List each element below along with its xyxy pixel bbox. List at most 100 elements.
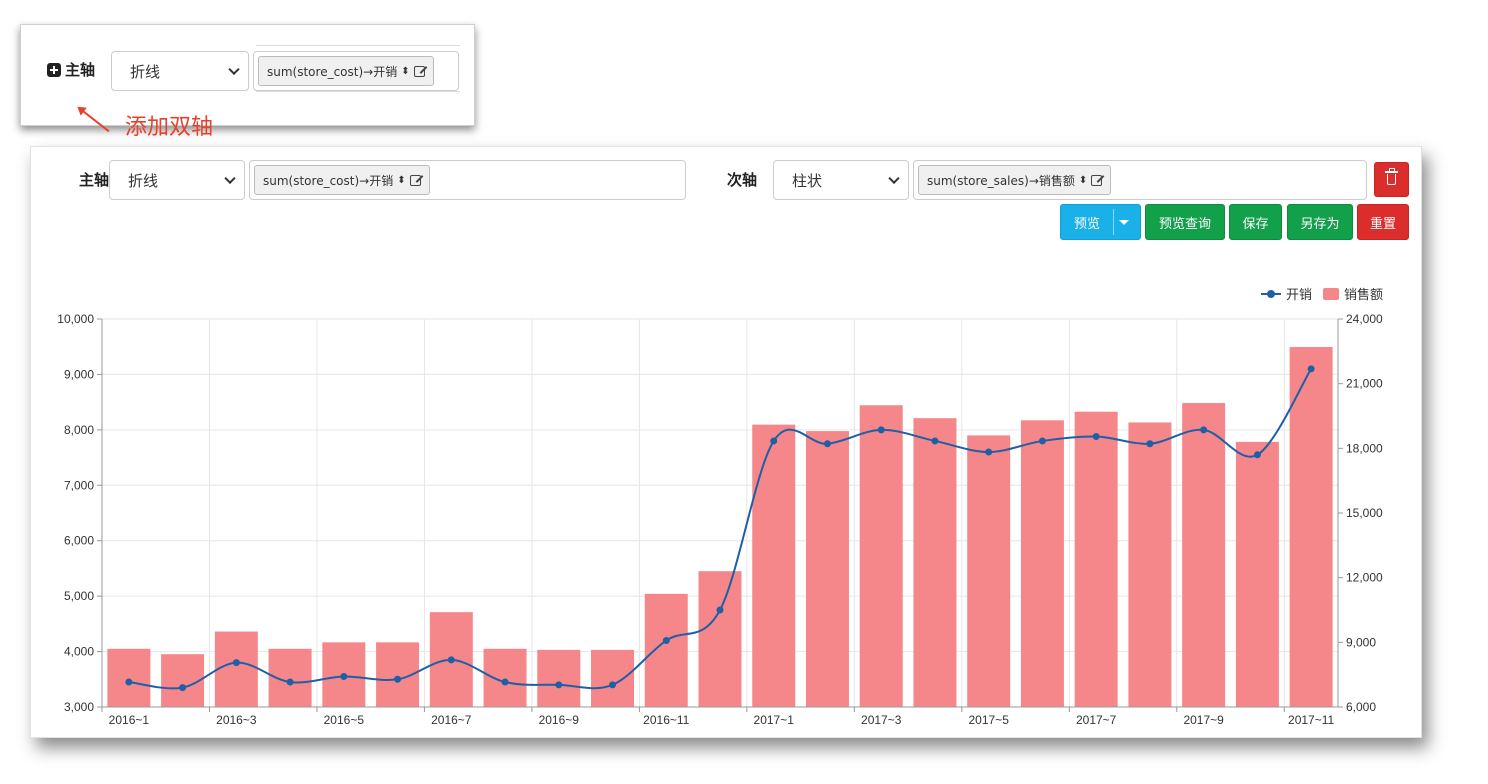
caret-down-icon[interactable] <box>1119 220 1129 225</box>
y-left-tick-label: 10,000 <box>57 312 94 326</box>
bar <box>913 418 957 707</box>
line-point <box>985 448 993 456</box>
bar <box>483 648 527 707</box>
annotation-text: 添加双轴 <box>125 115 214 140</box>
chart-editor-panel: 主轴 折线 sum(store_cost)→开销 ⬍ 次轴 柱状 sum(sto… <box>30 146 1422 738</box>
sort-icon[interactable]: ⬍ <box>1079 175 1087 186</box>
preview-query-button[interactable]: 预览查询 <box>1145 204 1225 240</box>
secondary-chart-type-select[interactable]: 柱状 <box>773 160 909 200</box>
mini-axis-panel: 主轴 折线 sum(store_cost)→开销 ⬍ 添加双轴 <box>20 24 475 140</box>
x-tick-label: 2016~3 <box>216 713 257 727</box>
mini-axis-label: 主轴 <box>65 61 96 79</box>
divider <box>256 45 460 46</box>
line-point <box>447 656 455 664</box>
line-point <box>179 684 187 692</box>
y-left-tick-label: 5,000 <box>64 589 94 603</box>
sort-icon[interactable]: ⬍ <box>401 66 409 77</box>
y-left-tick-label: 7,000 <box>64 478 94 492</box>
edit-icon[interactable] <box>413 65 425 77</box>
preview-button[interactable]: 预览 <box>1061 213 1113 232</box>
legend-bar-marker <box>1323 288 1339 300</box>
bar <box>805 431 849 707</box>
bar <box>1289 347 1333 707</box>
chevron-down-icon <box>888 172 900 185</box>
bar <box>1020 420 1064 707</box>
secondary-field-pill[interactable]: sum(store_sales)→销售额 ⬍ <box>918 165 1112 195</box>
reset-button[interactable]: 重置 <box>1357 204 1409 240</box>
sort-icon[interactable]: ⬍ <box>397 175 405 186</box>
legend-line-marker-dot <box>1267 290 1275 298</box>
y-right-tick-label: 24,000 <box>1346 312 1383 326</box>
line-point <box>555 681 563 689</box>
x-tick-label: 2016~9 <box>539 713 580 727</box>
y-right-tick-label: 15,000 <box>1346 506 1383 520</box>
add-dual-axis-toggle[interactable]: 主轴 <box>47 59 95 80</box>
x-tick-label: 2017~3 <box>861 713 902 727</box>
bar <box>967 435 1011 707</box>
line-point <box>394 675 402 683</box>
y-left-tick-label: 4,000 <box>64 645 94 659</box>
x-tick-label: 2017~11 <box>1288 713 1334 727</box>
line-point <box>340 673 348 681</box>
line-point <box>286 678 294 686</box>
line-point <box>1146 440 1154 448</box>
primary-axis-label: 主轴 <box>79 171 110 189</box>
secondary-axis-label: 次轴 <box>727 171 758 189</box>
y-right-tick-label: 9,000 <box>1346 635 1376 649</box>
y-left-tick-label: 8,000 <box>64 423 94 437</box>
save-as-button[interactable]: 另存为 <box>1287 204 1353 240</box>
mini-field-box[interactable]: sum(store_cost)→开销 ⬍ <box>253 51 459 91</box>
primary-field-box[interactable]: sum(store_cost)→开销 ⬍ <box>249 160 686 200</box>
bar <box>537 649 581 707</box>
bar <box>1182 403 1226 707</box>
edit-icon[interactable] <box>409 174 421 186</box>
line-point <box>1253 451 1261 459</box>
y-right-tick-label: 18,000 <box>1346 441 1383 455</box>
line-point <box>609 681 617 689</box>
line-point <box>662 636 670 644</box>
line-point <box>931 437 939 445</box>
secondary-chart-type-value: 柱状 <box>792 171 823 190</box>
secondary-field-box[interactable]: sum(store_sales)→销售额 ⬍ <box>913 160 1367 200</box>
line-point <box>1092 433 1100 441</box>
x-tick-label: 2017~1 <box>754 713 795 727</box>
x-tick-label: 2017~5 <box>969 713 1010 727</box>
y-right-tick-label: 12,000 <box>1346 571 1383 585</box>
trash-icon <box>1385 168 1398 185</box>
bar <box>644 593 688 707</box>
delete-axis-button[interactable] <box>1374 162 1409 197</box>
chevron-down-icon <box>228 63 240 76</box>
preview-split-button[interactable]: 预览 <box>1060 204 1141 240</box>
legend-label-sales: 销售额 <box>1344 287 1383 302</box>
primary-field-pill[interactable]: sum(store_cost)→开销 ⬍ <box>254 165 430 195</box>
line-point <box>232 659 240 667</box>
legend-label-cost: 开销 <box>1286 287 1312 302</box>
line-point <box>716 606 724 614</box>
x-tick-label: 2016~1 <box>109 713 150 727</box>
edit-icon[interactable] <box>1091 174 1103 186</box>
bar <box>1235 441 1279 707</box>
line-point <box>1038 437 1046 445</box>
mini-chart-type-select[interactable]: 折线 <box>111 51 249 91</box>
mini-chart-type-value: 折线 <box>130 62 161 81</box>
y-right-tick-label: 21,000 <box>1346 377 1383 391</box>
x-tick-label: 2016~11 <box>643 713 689 727</box>
y-left-tick-label: 3,000 <box>64 700 94 714</box>
line-point <box>1200 426 1208 434</box>
chevron-down-icon <box>224 172 236 185</box>
bar <box>214 631 258 707</box>
y-left-tick-label: 6,000 <box>64 534 94 548</box>
x-tick-label: 2017~7 <box>1076 713 1117 727</box>
bar <box>859 405 903 707</box>
line-point <box>501 678 509 686</box>
save-button[interactable]: 保存 <box>1229 204 1282 240</box>
primary-chart-type-select[interactable]: 折线 <box>109 160 245 200</box>
dual-axis-chart: 3,000 4,000 5,000 6,000 7,000 8,000 9,000 10,00… <box>57 287 1383 727</box>
divider <box>256 91 460 92</box>
line-point <box>1307 365 1315 373</box>
plus-square-icon[interactable] <box>47 62 61 77</box>
mini-field-pill[interactable]: sum(store_cost)→开销 ⬍ <box>258 56 434 86</box>
divider <box>1113 209 1114 235</box>
bar <box>1128 422 1172 707</box>
annotation-arrow <box>78 107 110 133</box>
